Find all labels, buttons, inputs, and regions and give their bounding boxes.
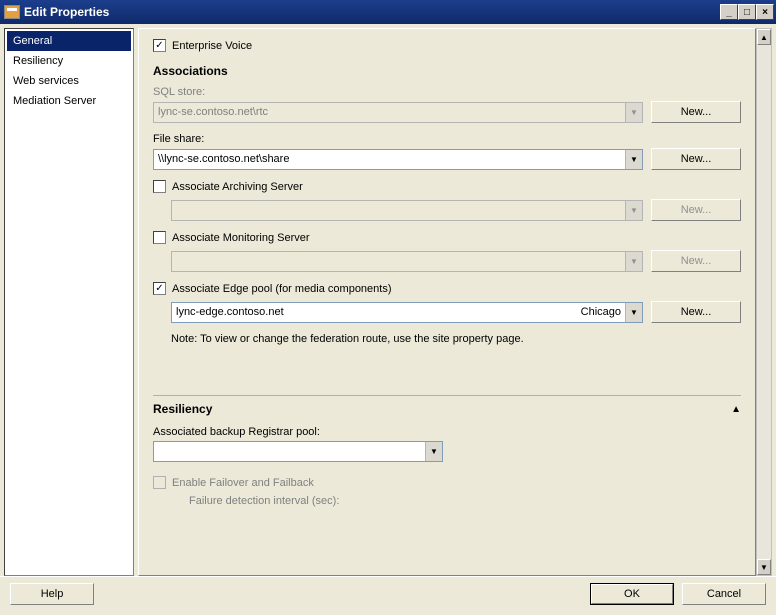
sidebar-item-general[interactable]: General bbox=[7, 31, 131, 51]
archiving-label: Associate Archiving Server bbox=[172, 181, 303, 193]
window-buttons: _ □ × bbox=[720, 4, 774, 20]
chevron-down-icon: ▼ bbox=[625, 201, 642, 220]
edge-checkbox[interactable]: ✓ bbox=[153, 282, 166, 295]
file-share-value: \\lync-se.contoso.net\share bbox=[158, 153, 625, 165]
scroll-down-icon[interactable]: ▼ bbox=[757, 559, 771, 575]
failover-label: Enable Failover and Failback bbox=[172, 477, 314, 489]
sidebar-item-resiliency[interactable]: Resiliency bbox=[7, 51, 131, 71]
maximize-button[interactable]: □ bbox=[738, 4, 756, 20]
edge-label: Associate Edge pool (for media component… bbox=[172, 283, 392, 295]
archiving-checkbox[interactable] bbox=[153, 180, 166, 193]
vertical-scrollbar[interactable]: ▲ ▼ bbox=[756, 28, 772, 576]
chevron-down-icon[interactable]: ▼ bbox=[625, 303, 642, 322]
enterprise-voice-label: Enterprise Voice bbox=[172, 40, 252, 52]
chevron-down-icon: ▼ bbox=[625, 103, 642, 122]
enterprise-voice-checkbox[interactable]: ✓ bbox=[153, 39, 166, 52]
failover-checkbox bbox=[153, 476, 166, 489]
title-bar: Edit Properties _ □ × bbox=[0, 0, 776, 24]
monitoring-combo: ▼ bbox=[171, 251, 643, 272]
file-share-combo[interactable]: \\lync-se.contoso.net\share ▼ bbox=[153, 149, 643, 170]
sidebar-item-mediation-server[interactable]: Mediation Server bbox=[7, 91, 131, 111]
monitoring-new-button: New... bbox=[651, 250, 741, 272]
edge-new-button[interactable]: New... bbox=[651, 301, 741, 323]
file-share-new-button[interactable]: New... bbox=[651, 148, 741, 170]
edge-region: Chicago bbox=[581, 306, 625, 318]
minimize-button[interactable]: _ bbox=[720, 4, 738, 20]
file-share-label: File share: bbox=[153, 133, 741, 145]
sql-store-combo: lync-se.contoso.net\rtc ▼ bbox=[153, 102, 643, 123]
resiliency-section-header[interactable]: Resiliency ▲ bbox=[153, 395, 741, 416]
cancel-button[interactable]: Cancel bbox=[682, 583, 766, 605]
backup-registrar-combo[interactable]: ▼ bbox=[153, 441, 443, 462]
content-pane: ✓ Enterprise Voice Associations SQL stor… bbox=[138, 28, 756, 576]
edge-value: lync-edge.contoso.net bbox=[176, 306, 581, 318]
chevron-down-icon: ▼ bbox=[625, 252, 642, 271]
edge-note: Note: To view or change the federation r… bbox=[171, 333, 741, 345]
sql-store-new-button[interactable]: New... bbox=[651, 101, 741, 123]
monitoring-label: Associate Monitoring Server bbox=[172, 232, 310, 244]
scroll-up-icon[interactable]: ▲ bbox=[757, 29, 771, 45]
sql-store-label: SQL store: bbox=[153, 86, 741, 98]
scroll-track[interactable] bbox=[757, 45, 771, 559]
archiving-combo: ▼ bbox=[171, 200, 643, 221]
chevron-down-icon[interactable]: ▼ bbox=[625, 150, 642, 169]
sql-store-value: lync-se.contoso.net\rtc bbox=[158, 106, 625, 118]
resiliency-heading: Resiliency bbox=[153, 402, 731, 416]
monitoring-checkbox[interactable] bbox=[153, 231, 166, 244]
collapse-up-icon: ▲ bbox=[731, 404, 741, 415]
app-icon bbox=[4, 5, 20, 19]
close-button[interactable]: × bbox=[756, 4, 774, 20]
backup-registrar-label: Associated backup Registrar pool: bbox=[153, 426, 741, 438]
help-button[interactable]: Help bbox=[10, 583, 94, 605]
window-title: Edit Properties bbox=[24, 5, 720, 19]
nav-sidebar: General Resiliency Web services Mediatio… bbox=[4, 28, 134, 576]
dialog-footer: Help OK Cancel bbox=[0, 576, 776, 610]
sidebar-item-web-services[interactable]: Web services bbox=[7, 71, 131, 91]
archiving-new-button: New... bbox=[651, 199, 741, 221]
failure-detection-label: Failure detection interval (sec): bbox=[189, 495, 741, 507]
ok-button[interactable]: OK bbox=[590, 583, 674, 605]
chevron-down-icon[interactable]: ▼ bbox=[425, 442, 442, 461]
edge-combo[interactable]: lync-edge.contoso.net Chicago ▼ bbox=[171, 302, 643, 323]
associations-heading: Associations bbox=[153, 64, 741, 78]
